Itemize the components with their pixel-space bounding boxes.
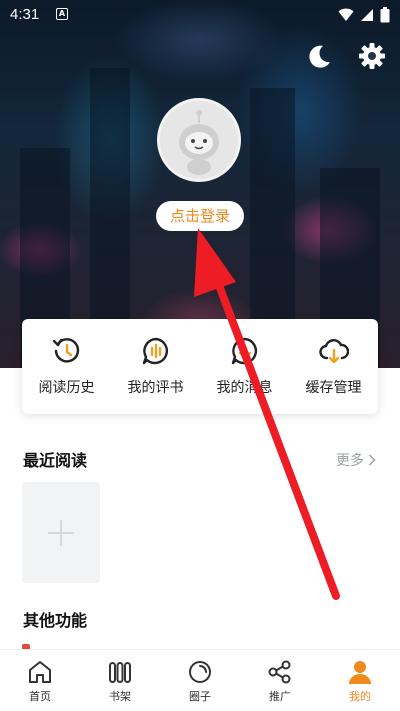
nav-circle[interactable]: 圈子	[160, 650, 240, 711]
bottom-nav: 首页 书架 圈子 推广 我的	[0, 649, 400, 711]
shortcut-cache-management[interactable]: 缓存管理	[289, 319, 378, 414]
gear-icon	[359, 43, 385, 69]
settings-button[interactable]	[358, 42, 386, 70]
share-icon	[268, 660, 291, 684]
wifi-icon	[338, 8, 354, 21]
bookshelf-icon	[109, 662, 131, 683]
shortcut-label: 阅读历史	[38, 380, 95, 396]
comment-icon	[142, 337, 169, 365]
circle-icon	[189, 661, 211, 683]
shortcut-card: 阅读历史 我的评书 我的消息 缓存管理	[22, 319, 378, 414]
nav-bookshelf[interactable]: 书架	[80, 650, 160, 711]
moon-icon	[309, 45, 330, 68]
nav-profile[interactable]: 我的	[320, 650, 400, 711]
more-label: 更多	[336, 453, 364, 469]
nav-label: 我的	[349, 690, 371, 703]
shortcut-label: 缓存管理	[305, 380, 362, 396]
nav-home[interactable]: 首页	[0, 650, 80, 711]
status-bar: 4:31 A	[0, 0, 400, 30]
night-mode-button[interactable]	[306, 44, 332, 70]
cloud-download-icon	[319, 339, 349, 364]
nav-label: 书架	[109, 690, 131, 703]
shortcut-my-comments[interactable]: 我的评书	[111, 319, 200, 414]
status-icons	[338, 7, 390, 23]
status-time: 4:31	[10, 6, 40, 23]
shortcut-reading-history[interactable]: 阅读历史	[22, 319, 111, 414]
nav-label: 首页	[29, 690, 51, 703]
more-link[interactable]: 更多	[336, 450, 376, 470]
login-button[interactable]: 点击登录	[156, 201, 244, 231]
other-functions-title: 其他功能	[23, 611, 88, 630]
shortcut-label: 我的评书	[127, 380, 184, 396]
recent-reading-title: 最近阅读	[23, 451, 88, 470]
plus-icon	[48, 520, 74, 546]
shortcut-my-messages[interactable]: 我的消息	[200, 319, 289, 414]
profile-icon	[349, 661, 371, 684]
notification-icon: A	[56, 8, 68, 20]
signal-icon	[361, 9, 373, 21]
nav-label: 圈子	[189, 690, 211, 703]
history-icon	[52, 338, 80, 363]
nav-label: 推广	[269, 690, 291, 703]
home-icon	[29, 661, 51, 683]
shortcut-label: 我的消息	[216, 380, 273, 396]
nav-promote[interactable]: 推广	[240, 650, 320, 711]
avatar[interactable]	[157, 98, 241, 182]
chevron-right-icon	[368, 454, 376, 466]
message-icon	[231, 337, 258, 365]
hero-background	[0, 0, 400, 368]
robot-avatar-icon	[179, 110, 219, 175]
add-book-button[interactable]	[22, 482, 100, 583]
battery-icon	[380, 7, 390, 23]
